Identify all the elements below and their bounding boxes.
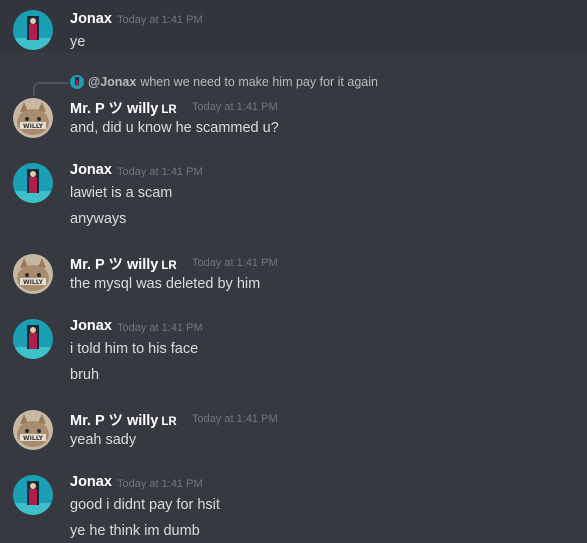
jonax-avatar-icon [70,75,84,89]
username[interactable]: Jonax [70,162,112,178]
message-group: Jonax Today at 1:41 PM ye [0,0,587,52]
user-tag: LR [161,260,177,272]
chat-messages: Jonax Today at 1:41 PM ye @Jonax when we… [0,0,587,543]
timestamp: Today at 1:41 PM [192,101,278,113]
timestamp: Today at 1:41 PM [192,257,278,269]
username-text: Mr. P ツ willy [70,101,159,117]
willy-avatar-icon: WILLY [13,254,53,294]
jonax-avatar-icon [13,163,53,203]
jonax-avatar-icon [13,10,53,50]
timestamp: Today at 1:41 PM [117,322,203,334]
willy-avatar-icon: WILLY [13,98,53,138]
message-text: good i didnt pay for hsit [70,497,220,513]
message-text: yeah sady [70,432,137,448]
message-text: lawiet is a scam [70,185,173,201]
avatar[interactable]: WILLY [13,98,53,138]
svg-text:WILLY: WILLY [23,123,44,130]
username-text: Mr. P ツ willy [70,257,159,273]
username[interactable]: Mr. P ツ willy LR [70,97,177,118]
jonax-avatar-icon [13,319,53,359]
timestamp: Today at 1:41 PM [117,14,203,26]
timestamp: Today at 1:41 PM [117,478,203,490]
message-text: ye he think im dumb [70,523,200,539]
username[interactable]: Jonax [70,318,112,334]
username[interactable]: Jonax [70,474,112,490]
avatar[interactable] [13,10,53,50]
username[interactable]: Mr. P ツ willy LR [70,253,177,274]
username[interactable]: Mr. P ツ willy LR [70,409,177,430]
message-text: anyways [70,211,127,227]
user-tag: LR [161,416,177,428]
jonax-avatar-icon [13,475,53,515]
timestamp: Today at 1:41 PM [192,413,278,425]
message-text: i told him to his face [70,341,199,357]
avatar[interactable] [13,475,53,515]
timestamp: Today at 1:41 PM [117,166,203,178]
message-text: ye [70,34,86,50]
avatar[interactable] [13,319,53,359]
message-text: the mysql was deleted by him [70,276,261,292]
message-text: and, did u know he scammed u? [70,120,279,136]
message-text: bruh [70,367,100,383]
username-text: Mr. P ツ willy [70,413,159,429]
reply-avatar [70,75,84,89]
reply-connector [33,82,68,96]
willy-avatar-icon: WILLY [13,410,53,450]
avatar[interactable]: WILLY [13,254,53,294]
reply-reference[interactable]: @Jonax when we need to make him pay for … [70,75,378,89]
avatar[interactable]: WILLY [13,410,53,450]
username[interactable]: Jonax [70,11,112,27]
avatar[interactable] [13,163,53,203]
reply-text: when we need to make him pay for it agai… [140,75,378,89]
svg-text:WILLY: WILLY [23,279,44,286]
user-tag: LR [161,104,177,116]
svg-text:WILLY: WILLY [23,435,44,442]
reply-mention[interactable]: @Jonax [88,75,136,89]
